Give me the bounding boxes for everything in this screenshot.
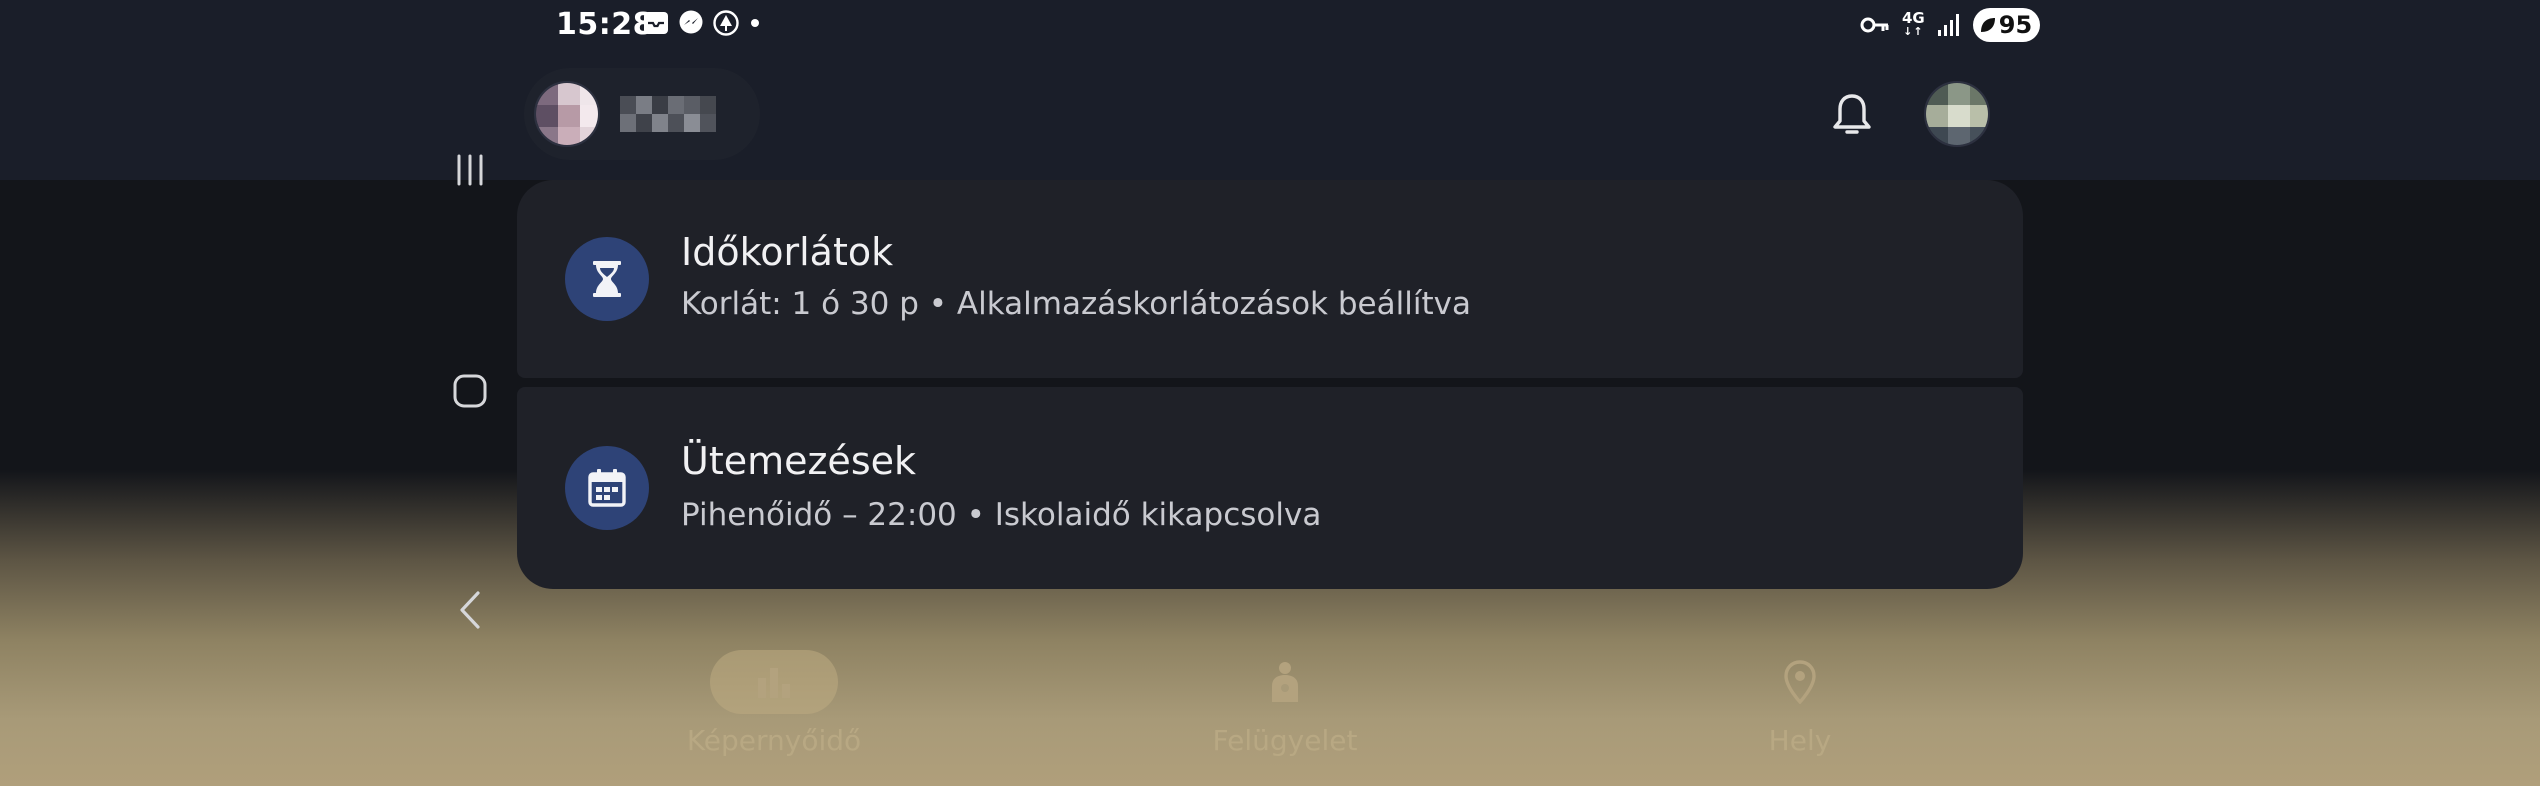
nav-tab-location[interactable]: Hely bbox=[1620, 640, 1980, 757]
calendar-icon bbox=[565, 446, 649, 530]
avatar-icon bbox=[1926, 83, 1988, 145]
nav-tab-label: Képernyőidő bbox=[686, 724, 862, 757]
messenger-icon bbox=[679, 10, 703, 34]
signal-icon bbox=[1937, 14, 1959, 36]
vpn-key-icon bbox=[1860, 17, 1889, 33]
nav-tab-screen-time[interactable]: Képernyőidő bbox=[594, 640, 954, 757]
bell-icon bbox=[1833, 94, 1871, 134]
avatar-icon bbox=[534, 81, 600, 147]
child-supervision-icon bbox=[1272, 662, 1298, 702]
blurred-account-name bbox=[620, 96, 716, 132]
recents-icon bbox=[457, 154, 483, 186]
time-limits-card[interactable]: Időkorlátok Korlát: 1 ó 30 p • Alkalmazá… bbox=[517, 180, 2023, 378]
home-icon bbox=[453, 374, 487, 408]
home-button[interactable] bbox=[452, 373, 488, 413]
location-pin-icon bbox=[1784, 660, 1816, 704]
notification-icons bbox=[643, 10, 762, 36]
status-bar: 15:28 4G ↓↑ 95 bbox=[0, 0, 2540, 50]
tree-icon bbox=[713, 10, 739, 36]
bottom-navigation: Képernyőidő Felügyelet Hely bbox=[0, 640, 2540, 786]
nav-tab-label: Felügyelet bbox=[1212, 724, 1358, 757]
nav-tab-label: Hely bbox=[1768, 724, 1832, 757]
card-subtitle: Korlát: 1 ó 30 p • Alkalmazáskorlátozáso… bbox=[681, 286, 1471, 322]
bar-chart-icon bbox=[758, 668, 790, 698]
back-button[interactable] bbox=[456, 589, 486, 635]
schedules-card[interactable]: Ütemezések Pihenőidő – 22:00 • Iskolaidő… bbox=[517, 387, 2023, 589]
battery-saver-icon bbox=[1980, 18, 1995, 32]
dot-icon bbox=[751, 19, 759, 27]
system-status-icons: 4G ↓↑ 95 bbox=[1860, 8, 2041, 42]
hourglass-icon bbox=[565, 237, 649, 321]
back-icon bbox=[460, 591, 480, 629]
recents-button[interactable] bbox=[452, 152, 488, 192]
nav-tab-supervision[interactable]: Felügyelet bbox=[1105, 640, 1465, 757]
battery-indicator: 95 bbox=[1972, 8, 2041, 42]
inbox-icon bbox=[644, 12, 668, 34]
profile-avatar-button[interactable] bbox=[1924, 81, 1990, 147]
account-switcher[interactable] bbox=[524, 68, 760, 160]
battery-level: 95 bbox=[1998, 11, 2033, 39]
card-title: Ütemezések bbox=[681, 439, 916, 483]
nav-tab-indicator bbox=[710, 650, 838, 714]
card-subtitle: Pihenőidő – 22:00 • Iskolaidő kikapcsolv… bbox=[681, 497, 1322, 533]
notifications-button[interactable] bbox=[1830, 92, 1874, 142]
status-time: 15:28 bbox=[556, 7, 654, 42]
network-4g-icon: 4G ↓↑ bbox=[1902, 9, 1925, 39]
card-title: Időkorlátok bbox=[681, 230, 894, 274]
